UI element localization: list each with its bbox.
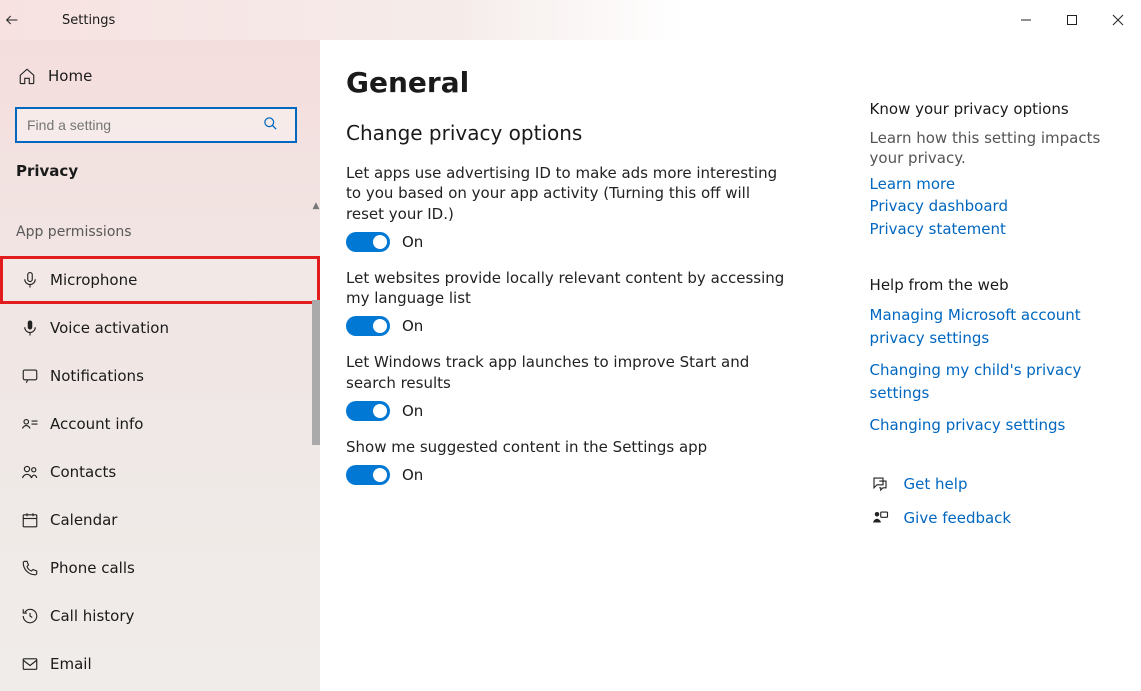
sidebar-item-label: Contacts	[50, 463, 116, 481]
feedback-icon	[870, 508, 890, 528]
phone-icon	[18, 556, 42, 580]
toggle-language-list[interactable]	[346, 316, 390, 336]
back-button[interactable]	[4, 12, 44, 28]
sidebar-item-notifications[interactable]: Notifications	[0, 352, 320, 400]
home-icon	[18, 67, 40, 85]
link-privacy-statement[interactable]: Privacy statement	[870, 218, 1121, 241]
toggle-state-label: On	[402, 317, 423, 335]
setting-track-launches: Let Windows track app launches to improv…	[346, 352, 830, 421]
sidebar-item-label: Phone calls	[50, 559, 135, 577]
sidebar-item-label: Account info	[50, 415, 143, 433]
link-privacy-dashboard[interactable]: Privacy dashboard	[870, 195, 1121, 218]
calendar-icon	[18, 508, 42, 532]
sidebar-item-voice-activation[interactable]: Voice activation	[0, 304, 320, 352]
search-icon[interactable]	[263, 116, 278, 131]
toggle-suggested-content[interactable]	[346, 465, 390, 485]
sidebar-item-email[interactable]: Email	[0, 640, 320, 688]
sidebar-item-contacts[interactable]: Contacts	[0, 448, 320, 496]
sidebar-item-label: Microphone	[50, 271, 137, 289]
sidebar-item-label: Call history	[50, 607, 134, 625]
sidebar-item-microphone[interactable]: Microphone	[0, 256, 320, 304]
sidebar-item-label: Notifications	[50, 367, 144, 385]
setting-description: Let Windows track app launches to improv…	[346, 352, 786, 393]
help-heading: Help from the web	[870, 276, 1121, 294]
link-learn-more[interactable]: Learn more	[870, 173, 1121, 196]
close-button[interactable]	[1095, 0, 1141, 40]
sidebar-section-title: App permissions	[0, 218, 320, 256]
sidebar-item-account-info[interactable]: Account info	[0, 400, 320, 448]
link-changing-privacy[interactable]: Changing privacy settings	[870, 414, 1121, 437]
link-managing-account-privacy[interactable]: Managing Microsoft account privacy setti…	[870, 304, 1121, 349]
search-input[interactable]	[16, 108, 296, 142]
info-sidebar: Know your privacy options Learn how this…	[870, 60, 1121, 671]
page-title: General	[346, 66, 830, 99]
chat-icon	[18, 364, 42, 388]
titlebar: Settings	[0, 0, 1141, 40]
scroll-up-icon[interactable]: ▲	[312, 200, 320, 212]
setting-description: Show me suggested content in the Setting…	[346, 437, 786, 457]
home-label: Home	[48, 67, 92, 85]
setting-advertising-id: Let apps use advertising ID to make ads …	[346, 163, 830, 252]
sidebar: Home Privacy App permissions Micropho	[0, 40, 320, 691]
get-help-label: Get help	[904, 473, 968, 496]
scroll-thumb[interactable]	[312, 300, 320, 445]
id-card-icon	[18, 412, 42, 436]
toggle-state-label: On	[402, 466, 423, 484]
maximize-button[interactable]	[1049, 0, 1095, 40]
info-text: Learn how this setting impacts your priv…	[870, 128, 1121, 169]
get-help-action[interactable]: Get help	[870, 473, 1121, 496]
setting-description: Let websites provide locally relevant co…	[346, 268, 786, 309]
setting-language-list: Let websites provide locally relevant co…	[346, 268, 830, 337]
microphone-solid-icon	[18, 316, 42, 340]
sidebar-item-label: Voice activation	[50, 319, 169, 337]
sidebar-item-label: Calendar	[50, 511, 117, 529]
people-icon	[18, 460, 42, 484]
setting-description: Let apps use advertising ID to make ads …	[346, 163, 786, 224]
history-icon	[18, 604, 42, 628]
microphone-icon	[18, 268, 42, 292]
link-child-privacy[interactable]: Changing my child's privacy settings	[870, 359, 1121, 404]
section-heading: Change privacy options	[346, 121, 830, 145]
sidebar-item-phone-calls[interactable]: Phone calls	[0, 544, 320, 592]
toggle-track-launches[interactable]	[346, 401, 390, 421]
home-nav[interactable]: Home	[0, 54, 320, 98]
sidebar-scrollbar[interactable]: ▲	[312, 200, 320, 212]
give-feedback-action[interactable]: Give feedback	[870, 507, 1121, 530]
sidebar-item-label: Email	[50, 655, 92, 673]
email-icon	[18, 652, 42, 676]
minimize-button[interactable]	[1003, 0, 1049, 40]
toggle-advertising-id[interactable]	[346, 232, 390, 252]
setting-suggested-content: Show me suggested content in the Setting…	[346, 437, 830, 485]
toggle-state-label: On	[402, 233, 423, 251]
sidebar-category: Privacy	[0, 148, 320, 194]
info-heading: Know your privacy options	[870, 100, 1121, 118]
help-chat-icon	[870, 474, 890, 494]
give-feedback-label: Give feedback	[904, 507, 1012, 530]
window-title: Settings	[62, 13, 115, 28]
main-content: General Change privacy options Let apps …	[320, 40, 1141, 691]
toggle-state-label: On	[402, 402, 423, 420]
sidebar-item-calendar[interactable]: Calendar	[0, 496, 320, 544]
sidebar-item-call-history[interactable]: Call history	[0, 592, 320, 640]
